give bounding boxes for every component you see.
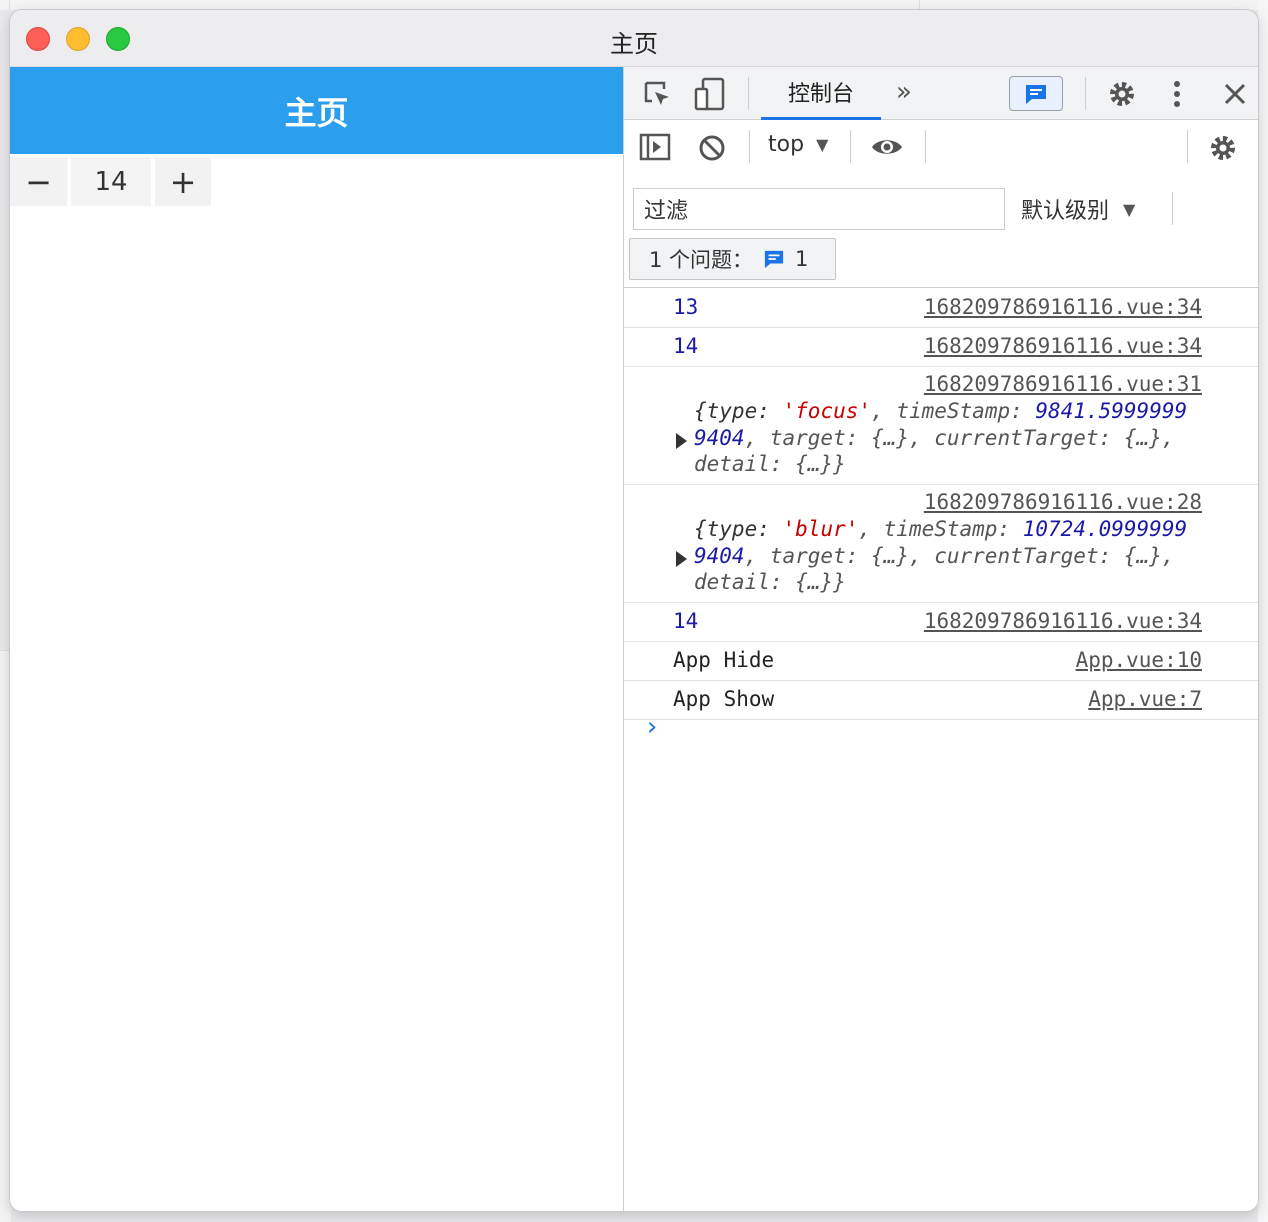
log-value: 13 [673,295,699,319]
device-toolbar-icon[interactable] [694,77,726,111]
increment-button[interactable]: + [155,157,211,206]
more-options-icon[interactable] [1167,77,1187,111]
chevron-down-icon: ▼ [816,135,829,154]
stepper-value[interactable]: 14 [71,157,151,206]
obj-text: {type: [694,517,783,541]
console-log: 13 168209786916116.vue:34 14 16820978691… [624,289,1258,720]
issues-count-button[interactable]: 1 个问题： 1 [629,238,836,280]
log-source-link[interactable]: App.vue:10 [1076,648,1202,672]
filter-input[interactable]: 过滤 [633,188,1005,230]
obj-text: detail: {…}} [694,570,846,594]
devtools-toolbar: 控制台 » [624,67,1258,120]
background-strip [0,0,1268,10]
log-object-preview[interactable]: {type: 'focus', timeStamp: 9841.5999999 … [694,398,1187,478]
obj-string: 'blur' [782,517,859,541]
obj-text: {type: [694,399,783,423]
obj-number: 9404 [694,543,745,568]
obj-number: 9404 [694,425,745,450]
message-icon [1026,84,1046,104]
console-settings-gear-icon[interactable] [1207,132,1239,164]
issues-row: 1 个问题： 1 [624,230,1258,288]
log-entry-object: 168209786916116.vue:28 {type: 'blur', ti… [624,485,1258,603]
obj-text: detail: {…}} [694,452,846,476]
obj-string: 'focus' [782,399,872,423]
log-object-preview[interactable]: {type: 'blur', timeStamp: 10724.0999999 … [694,516,1187,596]
log-entry: App Hide App.vue:10 [624,642,1258,681]
log-source-link[interactable]: 168209786916116.vue:34 [924,334,1202,358]
obj-number: 9841.5999999 [1035,399,1188,423]
log-entry: 13 168209786916116.vue:34 [624,289,1258,328]
log-entry-object: 168209786916116.vue:31 {type: 'focus', t… [624,367,1258,485]
clear-console-icon[interactable] [697,133,727,163]
obj-text: , timeStamp: [858,517,1023,541]
console-prompt[interactable]: › [644,712,660,742]
expand-triangle-icon[interactable] [676,551,687,567]
gear-icon[interactable] [1106,78,1138,110]
app-window: 主页 主页 − 14 + 控制台 » top ▼ 过滤 默认级别 ▼ 1 个问题… [10,10,1258,1211]
chevron-down-icon: ▼ [1123,199,1136,219]
message-icon [764,250,784,269]
context-selector[interactable]: top ▼ [768,132,828,157]
log-entry: 14 168209786916116.vue:34 [624,603,1258,642]
titlebar: 主页 [10,10,1258,67]
decrement-button[interactable]: − [10,157,67,206]
inspect-element-icon[interactable] [642,79,674,111]
tab-console[interactable]: 控制台 [761,67,881,120]
issues-count: 1 [795,247,809,271]
log-source-link[interactable]: 168209786916116.vue:31 [924,372,1202,396]
obj-text: , target: {…}, currentTarget: {…}, [744,425,1175,450]
log-source-link[interactable]: 168209786916116.vue:34 [924,295,1202,319]
live-expression-eye-icon[interactable] [870,134,904,160]
obj-text: , timeStamp: [871,399,1036,423]
log-source-link[interactable]: App.vue:7 [1088,687,1202,711]
obj-text: , target: {…}, currentTarget: {…}, [744,543,1175,568]
log-source-link[interactable]: 168209786916116.vue:34 [924,609,1202,633]
log-entry: 14 168209786916116.vue:34 [624,328,1258,367]
filter-row: 过滤 默认级别 ▼ [624,174,1258,230]
sidebar-toggle-icon[interactable] [639,133,671,161]
context-label: top [768,132,805,157]
log-value: 14 [673,609,699,633]
log-text: App Show [673,687,775,711]
obj-number: 10724.0999999 [1022,517,1188,541]
issues-message-button[interactable] [1009,76,1063,111]
quantity-stepper: − 14 + [10,157,211,206]
devtools-panel: 控制台 » top ▼ 过滤 默认级别 ▼ 1 个问题： 1 13 168209… [623,67,1258,1211]
log-level-label: 默认级别 [1021,199,1110,224]
background-right-edge [1258,0,1268,1222]
log-entry: App Show App.vue:7 [624,681,1258,720]
log-level-selector[interactable]: 默认级别 ▼ [1021,188,1135,230]
log-source-link[interactable]: 168209786916116.vue:28 [924,490,1202,514]
close-icon[interactable] [1220,79,1250,109]
app-header: 主页 [10,67,623,154]
log-text: App Hide [673,648,775,672]
window-title: 主页 [610,30,658,58]
log-value: 14 [673,334,699,358]
expand-triangle-icon[interactable] [676,433,687,449]
more-tabs-icon[interactable]: » [896,77,912,107]
issues-label: 1 个问题： [649,248,754,272]
app-view: 主页 − 14 + [10,67,623,1211]
page-title: 主页 [284,93,349,132]
console-toolbar: top ▼ [624,120,1258,174]
